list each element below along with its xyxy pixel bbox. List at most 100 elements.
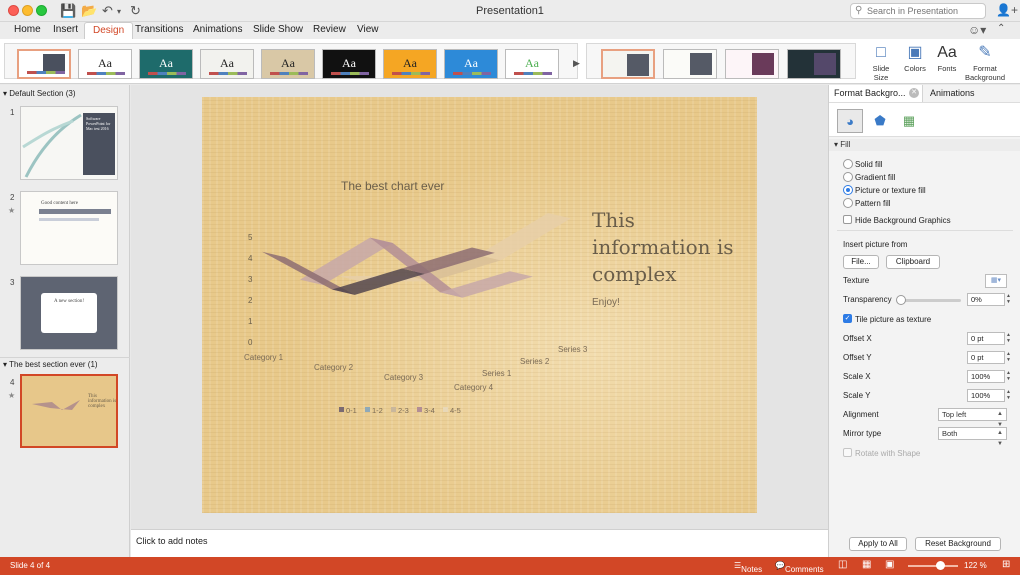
pattern-fill-radio[interactable]	[843, 198, 853, 208]
comments-toggle[interactable]: 💬 Comments	[775, 561, 824, 574]
tile-picture-checkbox[interactable]: ✓	[843, 314, 852, 323]
notes-toggle[interactable]: ☰ Notes	[734, 561, 762, 574]
mirror-dropdown[interactable]: Both ▲ ▼	[938, 427, 1007, 447]
theme-thumb-3[interactable]: Aa	[139, 49, 193, 79]
scale-y-field[interactable]: 100%	[967, 389, 1005, 402]
scale-x-field[interactable]: 100%	[967, 370, 1005, 383]
tab-panel-animations[interactable]: Animations	[925, 85, 1020, 102]
theme-thumb-9[interactable]: Aa	[505, 49, 559, 79]
theme-color-bar	[148, 72, 186, 75]
tab-animations[interactable]: Animations	[193, 24, 242, 35]
file-button[interactable]: File...	[843, 255, 879, 269]
variant-thumb-2[interactable]	[663, 49, 717, 79]
collapse-ribbon-icon[interactable]: ⌃	[997, 23, 1005, 34]
theme-thumb-6[interactable]: Aa	[322, 49, 376, 79]
offset-x-field[interactable]: 0 pt	[967, 332, 1005, 345]
tab-home[interactable]: Home	[14, 24, 41, 35]
theme-color-bar	[209, 72, 247, 75]
transparency-field[interactable]: 0%	[967, 293, 1005, 306]
tab-design[interactable]: Design	[84, 22, 134, 40]
open-folder-icon[interactable]: 📂	[81, 3, 97, 19]
texture-picker[interactable]: ▦▾	[985, 274, 1007, 288]
slide-number: 4	[10, 378, 15, 387]
slide-subtitle[interactable]: Enjoy!	[592, 297, 620, 308]
fill-bucket-icon[interactable]: ◕	[837, 109, 863, 133]
slide-thumbnail-4[interactable]: This information is complex	[20, 374, 118, 448]
tab-view[interactable]: View	[357, 24, 379, 35]
legend-label: 2-3	[398, 406, 409, 415]
search-input[interactable]	[850, 3, 986, 19]
tab-slide-show[interactable]: Slide Show	[253, 24, 303, 35]
theme-thumb-8[interactable]: Aa	[444, 49, 498, 79]
scale-x-label: Scale X	[843, 372, 871, 381]
close-window-button[interactable]	[8, 5, 19, 16]
format-background-button[interactable]: ✎ Format Background	[962, 42, 1008, 82]
fill-section-header[interactable]: ▾ Fill	[829, 139, 1020, 151]
variant-thumb-3[interactable]	[725, 49, 779, 79]
slide-sorter-icon[interactable]: ▦	[862, 559, 871, 570]
fonts-button[interactable]: Aa Fonts	[932, 42, 962, 73]
offset-y-field[interactable]: 0 pt	[967, 351, 1005, 364]
slide-thumbnail-1[interactable]: Software PowerPoint for Mac test 2016	[20, 106, 118, 180]
offset-x-stepper[interactable]: ▲ ▼	[1005, 332, 1012, 345]
rotate-with-shape-checkbox[interactable]	[843, 448, 852, 457]
zoom-level[interactable]: 122 %	[964, 561, 987, 570]
notes-pane[interactable]: Click to add notes	[131, 529, 828, 557]
normal-view-icon[interactable]: ◫	[838, 559, 847, 570]
slide-heading[interactable]: This information is complex	[592, 207, 742, 288]
clipboard-button[interactable]: Clipboard	[886, 255, 940, 269]
slide-size-button[interactable]: □ Slide Size	[866, 42, 896, 82]
zoom-window-button[interactable]	[36, 5, 47, 16]
hide-bg-checkbox[interactable]	[843, 215, 852, 224]
share-icon[interactable]: 👤+	[996, 3, 1018, 17]
category-label: Category 1	[244, 353, 284, 362]
scale-x-stepper[interactable]: ▲ ▼	[1005, 370, 1012, 383]
undo-dropdown-icon[interactable]: ▾	[117, 7, 121, 16]
smiley-feedback-icon[interactable]: ☺▾	[968, 23, 986, 37]
apply-to-all-button[interactable]: Apply to All	[849, 537, 907, 551]
status-bar: Slide 4 of 4 ☰ Notes 💬 Comments ◫ ▦ ▣ 12…	[0, 557, 1020, 575]
area-chart[interactable]: The best chart ever 0 1 2 3 4 5 Category 1 Categ…	[202, 97, 757, 513]
variant-thumb-1[interactable]	[601, 49, 655, 79]
undo-icon[interactable]: ↶	[102, 3, 113, 19]
theme-thumb-1[interactable]	[17, 49, 71, 79]
tab-review[interactable]: Review	[313, 24, 346, 35]
zoom-slider-handle[interactable]	[936, 561, 945, 570]
scale-y-stepper[interactable]: ▲ ▼	[1005, 389, 1012, 402]
theme-thumb-2[interactable]: Aa	[78, 49, 132, 79]
redo-icon[interactable]: ↻	[130, 3, 141, 19]
slide-thumbnail-3[interactable]: A new section!	[20, 276, 118, 350]
fit-to-window-icon[interactable]: ⊞	[1002, 559, 1010, 570]
slide-2-line	[39, 218, 99, 221]
picture-fill-radio[interactable]	[843, 185, 853, 195]
gallery-next-arrow-icon[interactable]: ▶	[573, 58, 580, 69]
close-panel-icon[interactable]: ✕	[909, 88, 919, 98]
slideshow-view-icon[interactable]: ▣	[885, 559, 894, 570]
transparency-slider-track[interactable]	[901, 299, 961, 302]
pattern-fill-label: Pattern fill	[855, 199, 891, 208]
solid-fill-radio[interactable]	[843, 159, 853, 169]
save-icon[interactable]: 💾	[60, 3, 76, 19]
gradient-fill-radio[interactable]	[843, 172, 853, 182]
variant-thumb-4[interactable]	[787, 49, 841, 79]
slide-canvas[interactable]: The best chart ever 0 1 2 3 4 5 Category 1 Categ…	[202, 97, 757, 513]
slide-thumbnail-2[interactable]: Good content here	[20, 191, 118, 265]
picture-icon[interactable]: ▦	[896, 109, 922, 133]
minimize-window-button[interactable]	[22, 5, 33, 16]
reset-background-button[interactable]: Reset Background	[915, 537, 1001, 551]
zoom-slider-track[interactable]	[908, 565, 958, 567]
format-background-icon: ✎	[978, 44, 992, 61]
colors-button[interactable]: ▣ Colors	[900, 42, 930, 73]
theme-thumb-4[interactable]: Aa	[200, 49, 254, 79]
offset-y-stepper[interactable]: ▲ ▼	[1005, 351, 1012, 364]
theme-thumb-5[interactable]: Aa	[261, 49, 315, 79]
theme-thumb-7[interactable]: Aa	[383, 49, 437, 79]
tab-transitions[interactable]: Transitions	[135, 24, 184, 35]
pentagon-effects-icon[interactable]: ⬟	[867, 109, 893, 133]
transparency-slider-handle[interactable]	[896, 295, 906, 305]
alignment-dropdown[interactable]: Top left ▲ ▼	[938, 408, 1007, 428]
tab-insert[interactable]: Insert	[53, 24, 78, 35]
section-header-default[interactable]: ▾ Default Section (3)	[0, 87, 130, 100]
section-header-best[interactable]: ▾ The best section ever (1)	[0, 357, 130, 370]
transparency-stepper[interactable]: ▲ ▼	[1005, 293, 1012, 306]
